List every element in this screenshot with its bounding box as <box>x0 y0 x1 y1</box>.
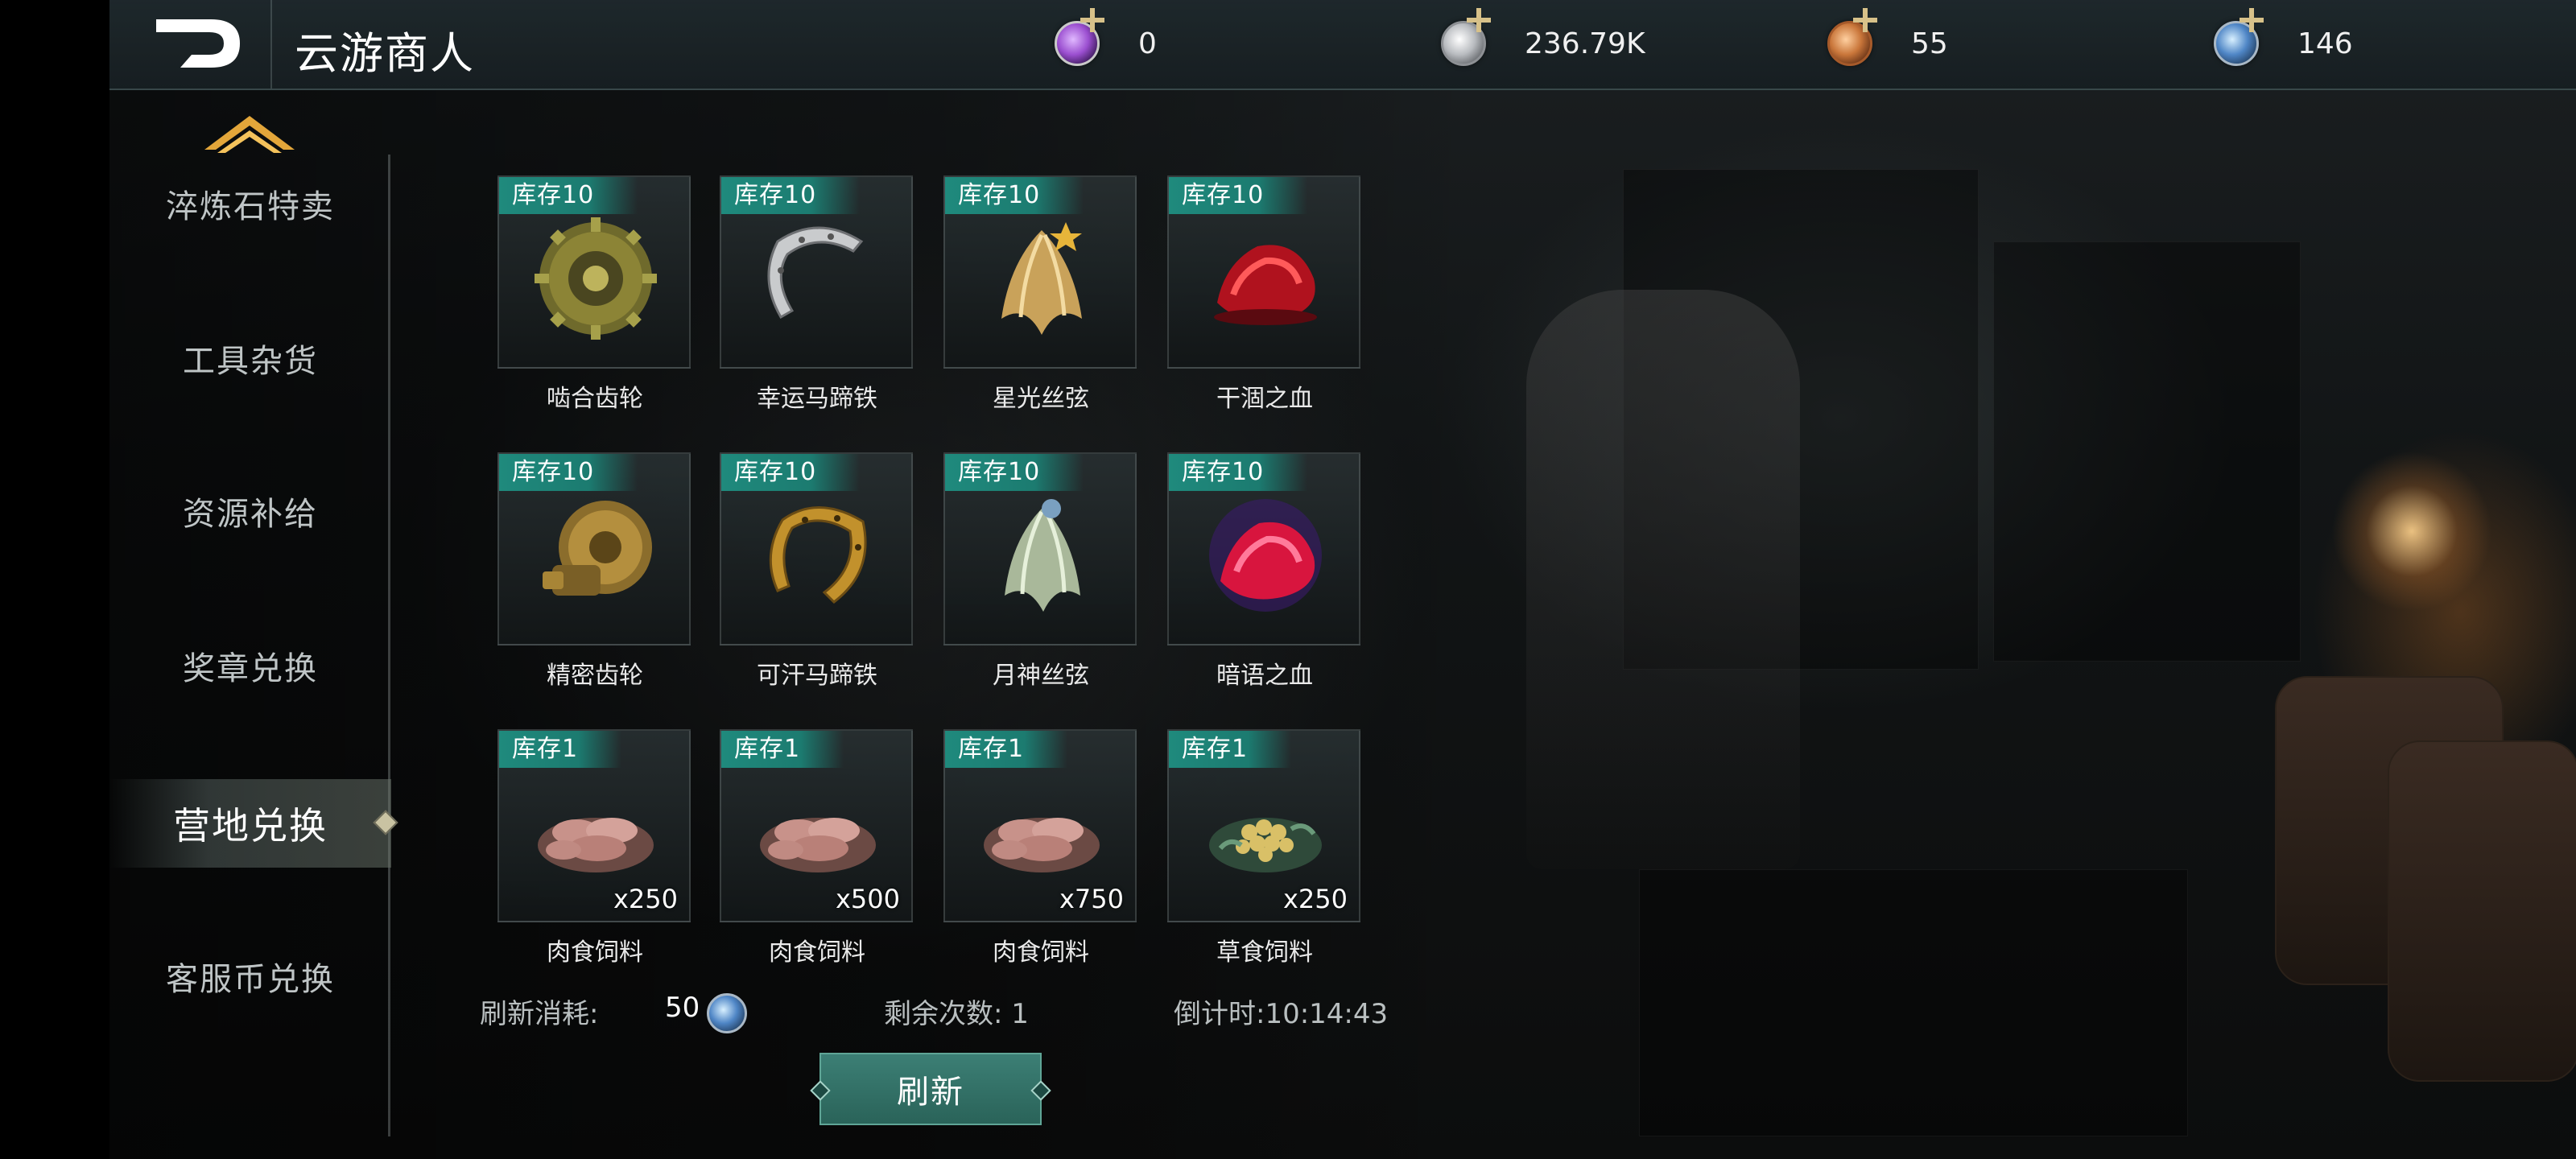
stock-badge: 库存10 <box>499 454 638 491</box>
item-card[interactable]: 库存10 <box>1167 175 1360 369</box>
item-name: 草食饲料 <box>1216 938 1313 967</box>
page-title: 云游商人 <box>295 28 475 79</box>
stock-badge: 库存1 <box>499 731 622 768</box>
chevron-up-icon[interactable] <box>200 109 299 155</box>
item-quantity: x250 <box>1282 884 1348 914</box>
shop-item[interactable]: 库存1 x250 草食饲料 <box>1167 729 1362 967</box>
sidebar-item-camp-exchange[interactable]: 营地兑换 <box>109 779 391 868</box>
sidebar-item-refine-stone[interactable]: 淬炼石特卖 <box>109 159 391 248</box>
currency-purple-gem[interactable]: 0 <box>1055 8 1157 69</box>
shop-item[interactable]: 库存10 月神丝弦 <box>943 452 1138 690</box>
shop-item[interactable]: 库存10 精密齿轮 <box>497 452 692 690</box>
sidebar-item-service-coin[interactable]: 客服币兑换 <box>109 932 391 1021</box>
shop-item[interactable]: 库存10 幸运马蹄铁 <box>720 175 914 413</box>
golden-strings-icon <box>1001 222 1082 335</box>
item-quantity: x250 <box>613 884 678 914</box>
plus-icon[interactable] <box>2238 6 2265 34</box>
item-card[interactable]: 库存10 <box>1167 452 1360 645</box>
item-quantity: x500 <box>835 884 900 914</box>
currency-silver-coin[interactable]: 236.79K <box>1441 8 1645 69</box>
item-card[interactable]: 库存1 x250 <box>1167 729 1360 922</box>
item-name: 肉食饲料 <box>547 938 643 967</box>
refresh-cost-value: 50 <box>665 992 700 1024</box>
item-name: 月神丝弦 <box>993 662 1089 690</box>
meat-feed-icon <box>984 818 1100 872</box>
precision-gear-icon <box>543 501 652 596</box>
sidebar-item-tools[interactable]: 工具杂货 <box>109 314 391 402</box>
item-name: 肉食饲料 <box>769 938 865 967</box>
refresh-button[interactable]: 刷新 <box>810 1053 1051 1125</box>
item-name: 幸运马蹄铁 <box>757 385 877 413</box>
refresh-button-label: 刷新 <box>897 1074 964 1111</box>
item-card[interactable]: 库存10 <box>720 175 913 369</box>
crimson-blood-crystal-icon <box>1209 499 1322 612</box>
stock-badge: 库存10 <box>499 177 638 214</box>
meat-feed-icon <box>760 818 876 872</box>
shop-item[interactable]: 库存1 x500 肉食饲料 <box>720 729 914 967</box>
stock-badge: 库存1 <box>721 731 844 768</box>
red-blood-crystal-icon <box>1214 245 1317 325</box>
item-card[interactable]: 库存1 x750 <box>943 729 1137 922</box>
item-card[interactable]: 库存10 <box>497 452 691 645</box>
title-divider <box>270 0 272 89</box>
stock-badge: 库存1 <box>945 731 1068 768</box>
sidebar-item-medal-exchange[interactable]: 奖章兑换 <box>109 621 391 710</box>
plus-icon[interactable] <box>1079 6 1106 34</box>
plus-icon[interactable] <box>1465 6 1492 34</box>
shop-item[interactable]: 库存10 干涸之血 <box>1167 175 1362 413</box>
blue-orb-icon <box>707 993 747 1033</box>
sidebar-item-resources[interactable]: 资源补给 <box>109 467 391 555</box>
item-name: 可汗马蹄铁 <box>757 662 877 690</box>
plus-icon[interactable] <box>1852 6 1879 34</box>
item-name: 肉食饲料 <box>993 938 1089 967</box>
refresh-cost-label: 刷新消耗: <box>480 998 599 1030</box>
item-card[interactable]: 库存1 x250 <box>497 729 691 922</box>
meat-feed-icon <box>538 818 654 872</box>
shop-item[interactable]: 库存10 星光丝弦 <box>943 175 1138 413</box>
item-name: 啮合齿轮 <box>547 385 643 413</box>
stock-badge: 库存10 <box>721 454 861 491</box>
currency-blue-orb[interactable]: 146 <box>2214 8 2353 69</box>
shop-item[interactable]: 库存10 啮合齿轮 <box>497 175 692 413</box>
item-name: 干涸之血 <box>1216 385 1313 413</box>
remaining-refreshes: 剩余次数: 1 <box>884 998 1029 1030</box>
item-name: 精密齿轮 <box>547 662 643 690</box>
gold-horseshoe-icon <box>769 506 867 604</box>
item-name: 星光丝弦 <box>993 385 1089 413</box>
item-card[interactable]: 库存10 <box>943 175 1137 369</box>
shop-item[interactable]: 库存10 暗语之血 <box>1167 452 1362 690</box>
stock-badge: 库存10 <box>1169 454 1308 491</box>
item-card[interactable]: 库存10 <box>943 452 1137 645</box>
back-arrow-icon[interactable] <box>150 14 246 72</box>
herb-feed-icon <box>1209 818 1322 872</box>
brass-gear-icon <box>535 217 657 340</box>
category-sidebar: 淬炼石特卖 工具杂货 资源补给 奖章兑换 营地兑换 客服币兑换 <box>109 89 391 1159</box>
currency-bronze-medal[interactable]: 55 <box>1827 8 1948 69</box>
silver-strings-icon <box>1005 499 1080 612</box>
shop-item[interactable]: 库存1 x250 肉食饲料 <box>497 729 692 967</box>
item-quantity: x750 <box>1059 884 1124 914</box>
stock-badge: 库存10 <box>721 177 861 214</box>
stock-badge: 库存10 <box>1169 177 1308 214</box>
refresh-countdown: 倒计时:10:14:43 <box>1174 998 1389 1030</box>
item-card[interactable]: 库存10 <box>497 175 691 369</box>
stock-badge: 库存1 <box>1169 731 1292 768</box>
item-card[interactable]: 库存10 <box>720 452 913 645</box>
shop-item[interactable]: 库存1 x750 肉食饲料 <box>943 729 1138 967</box>
stock-badge: 库存10 <box>945 454 1084 491</box>
stock-badge: 库存10 <box>945 177 1084 214</box>
silver-horseshoe-icon <box>767 226 864 320</box>
item-name: 暗语之血 <box>1216 662 1313 690</box>
item-card[interactable]: 库存1 x500 <box>720 729 913 922</box>
shop-item[interactable]: 库存10 可汗马蹄铁 <box>720 452 914 690</box>
top-bar: 云游商人 0 236.79K 55 146 <box>109 0 2576 90</box>
